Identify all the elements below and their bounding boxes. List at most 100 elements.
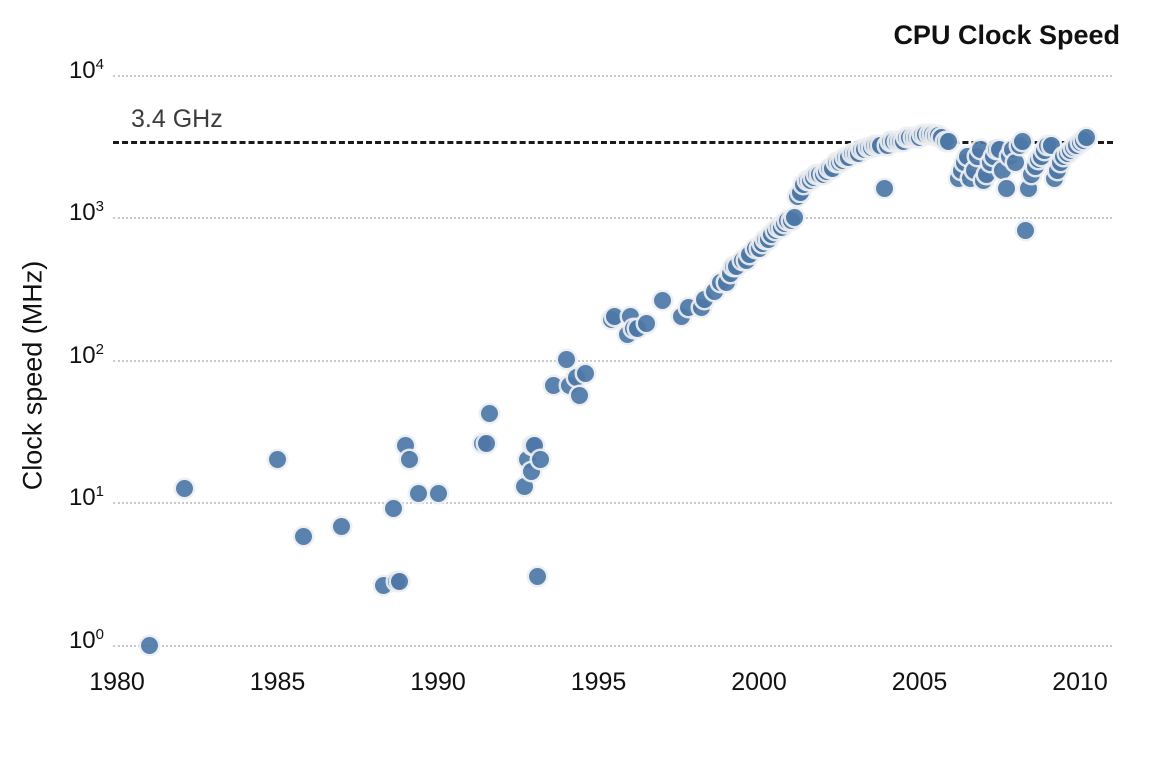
scatter-point (532, 450, 550, 468)
scatter-point (1007, 154, 1025, 172)
scatter-point (522, 462, 540, 480)
scatter-point (721, 265, 739, 283)
x-axis-tick-label: 1980 (89, 668, 145, 696)
gridline-y (113, 645, 1112, 647)
scatter-point (817, 162, 835, 180)
scatter-point (814, 165, 832, 183)
scatter-point (997, 179, 1015, 197)
scatter-point (1052, 154, 1070, 172)
scatter-point (962, 170, 980, 188)
scatter-point (872, 136, 890, 154)
scatter-point (769, 218, 787, 236)
scatter-point (734, 251, 752, 269)
scatter-point (638, 314, 656, 332)
scatter-point (827, 154, 845, 172)
scatter-point (474, 434, 492, 452)
scatter-point (978, 165, 996, 183)
scatter-point (984, 148, 1002, 166)
scatter-point (753, 235, 771, 253)
scatter-point (705, 283, 723, 301)
scatter-point (561, 376, 579, 394)
scatter-point (975, 172, 993, 190)
scatter-point (968, 148, 986, 166)
scatter-point (1074, 131, 1092, 149)
scatter-point (840, 149, 858, 167)
scatter-point (750, 240, 768, 258)
scatter-point (333, 517, 351, 535)
scatter-point (570, 387, 588, 405)
scatter-point (618, 326, 636, 344)
scatter-point (756, 230, 774, 248)
scatter-point (1010, 137, 1028, 155)
scatter-point (374, 577, 392, 595)
scatter-point (782, 211, 800, 229)
scatter-point (1061, 142, 1079, 160)
gridline-y (113, 502, 1112, 505)
chart-title: CPU Clock Speed (893, 20, 1120, 50)
x-axis-tick-label: 2005 (891, 668, 948, 696)
scatter-point (866, 136, 884, 154)
gridline-y (113, 217, 1112, 220)
scatter-point (830, 154, 848, 172)
scatter-point (795, 175, 813, 193)
scatter-point (477, 434, 495, 452)
scatter-point (622, 308, 640, 326)
scatter-point (673, 308, 691, 326)
scatter-point (606, 308, 624, 326)
scatter-point (1042, 136, 1060, 154)
scatter-point (545, 376, 563, 394)
scatter-point (869, 136, 887, 154)
gridline-y (113, 359, 1112, 362)
scatter-point (1016, 222, 1034, 240)
scatter-point (737, 251, 755, 269)
scatter-point (410, 485, 428, 503)
scatter-point (1026, 158, 1044, 176)
scatter-point (1058, 144, 1076, 162)
x-axis-tick-label: 2010 (1052, 668, 1108, 696)
scatter-point (480, 404, 498, 422)
scatter-point (792, 183, 810, 201)
y-axis-title: Clock speed (MHz) (17, 260, 48, 491)
scatter-point (711, 273, 729, 291)
scatter-point (747, 240, 765, 258)
scatter-point (808, 165, 826, 183)
scatter-point (429, 485, 447, 503)
scatter-point (824, 159, 842, 177)
scatter-point (837, 149, 855, 167)
y-axis-tick-label: 102 (68, 340, 104, 369)
scatter-point (789, 187, 807, 205)
scatter-point (387, 572, 405, 590)
scatter-point (654, 292, 672, 310)
scatter-point (846, 144, 864, 162)
scatter-point (772, 218, 790, 236)
scatter-point (1029, 151, 1047, 169)
y-axis-tick-label: 100 (68, 626, 104, 654)
scatter-point (516, 477, 534, 495)
scatter-point (1068, 136, 1086, 154)
scatter-point (1032, 148, 1050, 166)
scatter-point (625, 319, 643, 337)
scatter-point (763, 226, 781, 244)
scatter-point (718, 273, 736, 291)
scatter-point (529, 568, 546, 586)
scatter-point (875, 179, 893, 197)
threshold-line (113, 141, 1113, 145)
scatter-point (1020, 179, 1038, 197)
scatter-point (740, 245, 758, 263)
scatter-point (628, 320, 646, 338)
scatter-point (949, 170, 967, 188)
scatter-point (602, 311, 620, 329)
scatter-point (994, 161, 1012, 179)
scatter-point (519, 450, 537, 468)
scatter-point (175, 480, 193, 498)
scatter-point (1000, 148, 1018, 166)
scatter-point (695, 290, 713, 308)
scatter-point (811, 165, 829, 183)
gridline-y (113, 74, 1112, 77)
y-axis-tick-label: 104 (68, 55, 104, 84)
scatter-point (850, 144, 867, 162)
scatter-point (1039, 136, 1057, 154)
x-axis-tick-label: 2000 (731, 668, 787, 696)
scatter-point (390, 572, 408, 590)
chart-container: CPU Clock Speed Clock speed (MHz) 100 101… (0, 0, 1152, 768)
